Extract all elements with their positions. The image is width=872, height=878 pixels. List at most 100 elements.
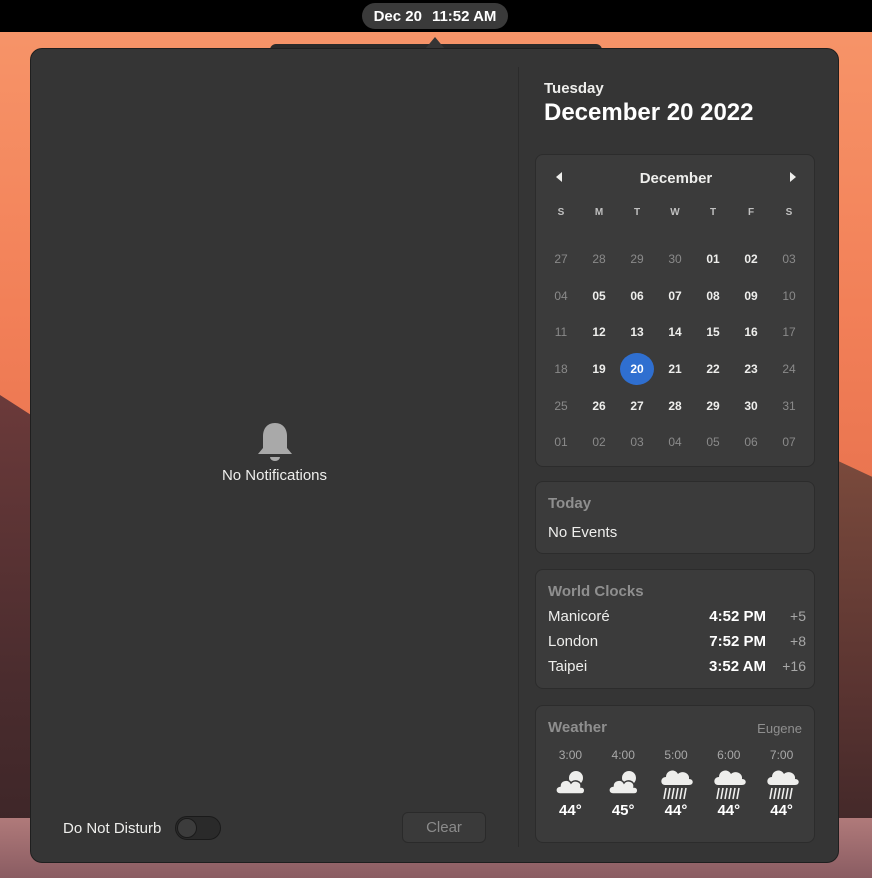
calendar-day[interactable]: 07 bbox=[770, 426, 808, 458]
calendar-day[interactable]: 31 bbox=[770, 390, 808, 422]
datetime-popover: No Notifications Do Not Disturb Clear Tu… bbox=[30, 48, 839, 863]
weekday-header: S bbox=[557, 207, 565, 218]
calendar-day[interactable]: 28 bbox=[656, 390, 694, 422]
clock-city: London bbox=[548, 632, 599, 650]
full-date-label: December 20 2022 bbox=[544, 99, 754, 126]
forecast-temperature: 44° bbox=[770, 802, 793, 819]
notifications-empty-state: No Notifications bbox=[31, 421, 518, 484]
world-clock-row: London 7:52 PM +8 bbox=[548, 630, 806, 652]
do-not-disturb-switch[interactable] bbox=[175, 816, 222, 840]
calendar-week-row: 04 05 06 07 08 09 10 bbox=[542, 278, 808, 315]
weather-card[interactable]: Weather Eugene 3:00 44° 4:00 45° 5:00 44° 6:00… bbox=[535, 705, 815, 843]
calendar-day[interactable]: 05 bbox=[580, 280, 618, 312]
calendar-day[interactable]: 30 bbox=[732, 390, 770, 422]
calendar-day[interactable]: 25 bbox=[542, 390, 580, 422]
clock-time: 3:52 AM bbox=[709, 657, 766, 675]
weekday-header-row: S M T W T F S bbox=[542, 207, 808, 218]
calendar-day[interactable]: 13 bbox=[618, 316, 656, 348]
clock-time: 7:52 PM bbox=[709, 632, 766, 650]
forecast-hour: 3:00 bbox=[558, 748, 583, 762]
calendar-day[interactable]: 09 bbox=[732, 280, 770, 312]
weekday-header: W bbox=[670, 207, 680, 218]
calendar-day[interactable]: 11 bbox=[542, 316, 580, 348]
topbar-date: Dec 20 bbox=[373, 7, 422, 25]
forecast-temperature: 44° bbox=[664, 802, 688, 819]
calendar-day[interactable]: 12 bbox=[580, 316, 618, 348]
no-events-label: No Events bbox=[548, 524, 618, 541]
world-clock-row: Manicoré 4:52 PM +5 bbox=[548, 605, 806, 627]
calendar-day[interactable]: 04 bbox=[656, 426, 694, 458]
weather-title: Weather bbox=[548, 719, 607, 736]
world-clocks-card[interactable]: World Clocks Manicoré 4:52 PM +5 London … bbox=[535, 569, 815, 689]
calendar-day[interactable]: 02 bbox=[732, 243, 770, 275]
next-month-icon[interactable] bbox=[786, 170, 800, 184]
calendar-day[interactable]: 01 bbox=[694, 243, 732, 275]
rain-icon bbox=[714, 770, 746, 800]
calendar-day[interactable]: 29 bbox=[618, 243, 656, 275]
calendar-day[interactable]: 02 bbox=[580, 426, 618, 458]
calendar-day[interactable]: 10 bbox=[770, 280, 808, 312]
forecast-hour: 4:00 bbox=[611, 748, 635, 762]
calendar-day[interactable]: 15 bbox=[694, 316, 732, 348]
calendar-day[interactable]: 27 bbox=[542, 243, 580, 275]
events-card[interactable]: Today No Events bbox=[535, 481, 815, 554]
forecast-temperature: 45° bbox=[611, 802, 635, 819]
calendar-day[interactable]: 24 bbox=[770, 353, 808, 385]
calendar-day[interactable]: 19 bbox=[580, 353, 618, 385]
calendar-day[interactable]: 05 bbox=[694, 426, 732, 458]
top-bar: Dec 20 11:52 AM bbox=[0, 0, 872, 32]
datetime-button[interactable]: Dec 20 11:52 AM bbox=[362, 3, 508, 29]
switch-knob bbox=[177, 818, 198, 838]
calendar-day[interactable]: 18 bbox=[542, 353, 580, 385]
calendar-day[interactable]: 22 bbox=[694, 353, 732, 385]
calendar-day[interactable]: 03 bbox=[770, 243, 808, 275]
clock-city: Taipei bbox=[548, 657, 588, 675]
forecast-item: 4:00 45° bbox=[597, 748, 650, 819]
calendar-day[interactable]: 28 bbox=[580, 243, 618, 275]
calendar-day-today[interactable]: 20 bbox=[618, 353, 656, 386]
clock-offset: +8 bbox=[790, 633, 806, 649]
calendar-day[interactable]: 01 bbox=[542, 426, 580, 458]
cloudy-sun-icon bbox=[608, 771, 639, 795]
calendar-day[interactable]: 07 bbox=[656, 280, 694, 312]
calendar-day[interactable]: 17 bbox=[770, 316, 808, 348]
calendar-day[interactable]: 14 bbox=[656, 316, 694, 348]
clear-button[interactable]: Clear bbox=[402, 812, 486, 843]
calendar-day[interactable]: 03 bbox=[618, 426, 656, 458]
clock-city: Manicoré bbox=[548, 607, 610, 625]
calendar-week-row: 25 26 27 28 29 30 31 bbox=[542, 387, 808, 424]
calendar-day[interactable]: 29 bbox=[694, 390, 732, 422]
forecast-hour: 7:00 bbox=[769, 748, 794, 762]
month-label[interactable]: December bbox=[536, 170, 816, 187]
calendar-day[interactable]: 16 bbox=[732, 316, 770, 348]
notification-list: No Notifications Do Not Disturb Clear bbox=[31, 49, 518, 862]
calendar-day[interactable]: 06 bbox=[618, 280, 656, 312]
events-title: Today bbox=[548, 495, 592, 512]
forecast-hour: 6:00 bbox=[717, 748, 741, 762]
calendar-day[interactable]: 08 bbox=[694, 280, 732, 312]
calendar-header: December bbox=[536, 155, 816, 201]
weekday-header: T bbox=[709, 207, 717, 218]
calendar-week-row: 27 28 29 30 01 02 03 bbox=[542, 241, 808, 278]
cloudy-sun-icon bbox=[555, 771, 586, 795]
calendar-day[interactable]: 26 bbox=[580, 390, 618, 422]
calendar-week-row: 01 02 03 04 05 06 07 bbox=[542, 424, 808, 461]
calendar-week-row: 11 12 13 14 15 16 17 bbox=[542, 314, 808, 351]
calendar-day[interactable]: 21 bbox=[656, 353, 694, 385]
calendar-week-row: 18 19 20 21 22 23 24 bbox=[542, 351, 808, 388]
clock-time: 4:52 PM bbox=[709, 607, 766, 625]
calendar-grid: 27 28 29 30 01 02 03 04 05 06 07 08 09 10 11 12 13 14 15 16… bbox=[542, 241, 808, 461]
weekday-header: S bbox=[785, 207, 793, 218]
calendar-day[interactable]: 23 bbox=[732, 353, 770, 385]
rain-icon bbox=[661, 770, 693, 800]
calendar-day[interactable]: 30 bbox=[656, 243, 694, 275]
clock-offset: +5 bbox=[790, 608, 806, 624]
do-not-disturb-row: Do Not Disturb bbox=[63, 813, 222, 843]
forecast-hour: 5:00 bbox=[664, 748, 688, 762]
calendar-day[interactable]: 04 bbox=[542, 280, 580, 312]
calendar-card: December S M T W T F S 27 28 29 30 01 02 03 04 0… bbox=[535, 154, 815, 467]
clock-offset: +16 bbox=[782, 658, 806, 674]
calendar-day[interactable]: 27 bbox=[618, 390, 656, 422]
world-clock-row: Taipei 3:52 AM +16 bbox=[548, 655, 806, 677]
calendar-day[interactable]: 06 bbox=[732, 426, 770, 458]
